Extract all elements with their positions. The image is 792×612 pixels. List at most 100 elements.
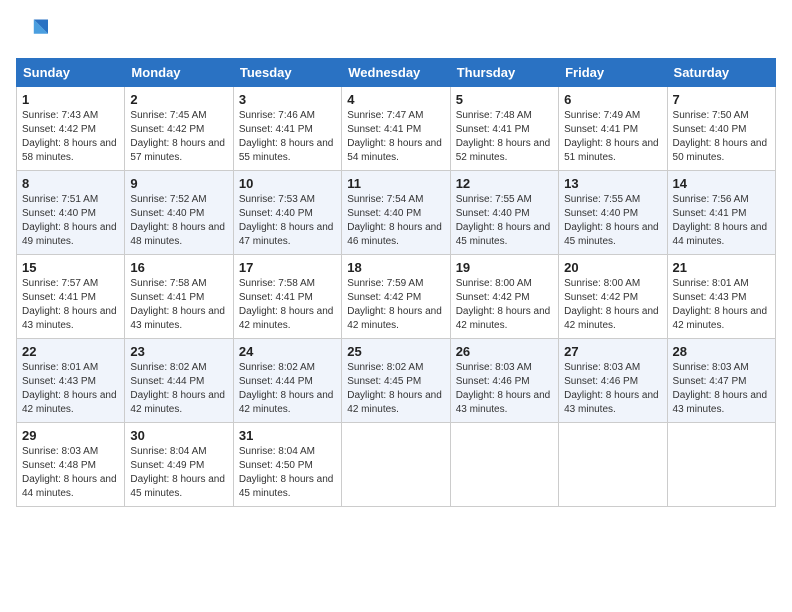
logo: [16, 16, 52, 48]
calendar-table: SundayMondayTuesdayWednesdayThursdayFrid…: [16, 58, 776, 507]
day-number: 9: [130, 176, 227, 191]
day-cell-10: 10 Sunrise: 7:53 AM Sunset: 4:40 PM Dayl…: [233, 171, 341, 255]
day-number: 2: [130, 92, 227, 107]
day-number: 5: [456, 92, 553, 107]
calendar-week-1: 1 Sunrise: 7:43 AM Sunset: 4:42 PM Dayli…: [17, 87, 776, 171]
day-cell-21: 21 Sunrise: 8:01 AM Sunset: 4:43 PM Dayl…: [667, 255, 775, 339]
day-cell-8: 8 Sunrise: 7:51 AM Sunset: 4:40 PM Dayli…: [17, 171, 125, 255]
day-cell-20: 20 Sunrise: 8:00 AM Sunset: 4:42 PM Dayl…: [559, 255, 667, 339]
day-number: 30: [130, 428, 227, 443]
day-number: 11: [347, 176, 444, 191]
empty-cell: [667, 423, 775, 507]
day-number: 20: [564, 260, 661, 275]
day-number: 27: [564, 344, 661, 359]
calendar-week-4: 22 Sunrise: 8:01 AM Sunset: 4:43 PM Dayl…: [17, 339, 776, 423]
day-number: 16: [130, 260, 227, 275]
day-info: Sunrise: 7:55 AM Sunset: 4:40 PM Dayligh…: [456, 193, 553, 249]
day-number: 26: [456, 344, 553, 359]
day-cell-7: 7 Sunrise: 7:50 AM Sunset: 4:40 PM Dayli…: [667, 87, 775, 171]
day-info: Sunrise: 7:58 AM Sunset: 4:41 PM Dayligh…: [130, 277, 227, 333]
day-info: Sunrise: 8:04 AM Sunset: 4:49 PM Dayligh…: [130, 445, 227, 501]
day-number: 17: [239, 260, 336, 275]
day-number: 19: [456, 260, 553, 275]
day-info: Sunrise: 7:49 AM Sunset: 4:41 PM Dayligh…: [564, 109, 661, 165]
day-cell-29: 29 Sunrise: 8:03 AM Sunset: 4:48 PM Dayl…: [17, 423, 125, 507]
day-number: 6: [564, 92, 661, 107]
day-cell-31: 31 Sunrise: 8:04 AM Sunset: 4:50 PM Dayl…: [233, 423, 341, 507]
day-number: 22: [22, 344, 119, 359]
day-info: Sunrise: 8:01 AM Sunset: 4:43 PM Dayligh…: [22, 361, 119, 417]
day-info: Sunrise: 8:03 AM Sunset: 4:46 PM Dayligh…: [456, 361, 553, 417]
weekday-header-wednesday: Wednesday: [342, 59, 450, 87]
day-info: Sunrise: 8:03 AM Sunset: 4:47 PM Dayligh…: [673, 361, 770, 417]
day-cell-30: 30 Sunrise: 8:04 AM Sunset: 4:49 PM Dayl…: [125, 423, 233, 507]
empty-cell: [342, 423, 450, 507]
weekday-header-row: SundayMondayTuesdayWednesdayThursdayFrid…: [17, 59, 776, 87]
day-cell-12: 12 Sunrise: 7:55 AM Sunset: 4:40 PM Dayl…: [450, 171, 558, 255]
day-info: Sunrise: 8:02 AM Sunset: 4:44 PM Dayligh…: [239, 361, 336, 417]
day-number: 7: [673, 92, 770, 107]
empty-cell: [450, 423, 558, 507]
day-cell-13: 13 Sunrise: 7:55 AM Sunset: 4:40 PM Dayl…: [559, 171, 667, 255]
calendar-week-5: 29 Sunrise: 8:03 AM Sunset: 4:48 PM Dayl…: [17, 423, 776, 507]
day-number: 18: [347, 260, 444, 275]
day-cell-19: 19 Sunrise: 8:00 AM Sunset: 4:42 PM Dayl…: [450, 255, 558, 339]
day-number: 4: [347, 92, 444, 107]
day-number: 12: [456, 176, 553, 191]
calendar-week-3: 15 Sunrise: 7:57 AM Sunset: 4:41 PM Dayl…: [17, 255, 776, 339]
day-cell-23: 23 Sunrise: 8:02 AM Sunset: 4:44 PM Dayl…: [125, 339, 233, 423]
day-cell-11: 11 Sunrise: 7:54 AM Sunset: 4:40 PM Dayl…: [342, 171, 450, 255]
day-info: Sunrise: 7:59 AM Sunset: 4:42 PM Dayligh…: [347, 277, 444, 333]
weekday-header-thursday: Thursday: [450, 59, 558, 87]
weekday-header-monday: Monday: [125, 59, 233, 87]
day-cell-28: 28 Sunrise: 8:03 AM Sunset: 4:47 PM Dayl…: [667, 339, 775, 423]
header: [16, 16, 776, 48]
weekday-header-sunday: Sunday: [17, 59, 125, 87]
day-cell-1: 1 Sunrise: 7:43 AM Sunset: 4:42 PM Dayli…: [17, 87, 125, 171]
day-info: Sunrise: 7:56 AM Sunset: 4:41 PM Dayligh…: [673, 193, 770, 249]
day-info: Sunrise: 7:58 AM Sunset: 4:41 PM Dayligh…: [239, 277, 336, 333]
day-cell-24: 24 Sunrise: 8:02 AM Sunset: 4:44 PM Dayl…: [233, 339, 341, 423]
day-cell-27: 27 Sunrise: 8:03 AM Sunset: 4:46 PM Dayl…: [559, 339, 667, 423]
day-info: Sunrise: 7:57 AM Sunset: 4:41 PM Dayligh…: [22, 277, 119, 333]
day-info: Sunrise: 7:55 AM Sunset: 4:40 PM Dayligh…: [564, 193, 661, 249]
day-cell-9: 9 Sunrise: 7:52 AM Sunset: 4:40 PM Dayli…: [125, 171, 233, 255]
day-number: 3: [239, 92, 336, 107]
day-number: 14: [673, 176, 770, 191]
empty-cell: [559, 423, 667, 507]
day-cell-26: 26 Sunrise: 8:03 AM Sunset: 4:46 PM Dayl…: [450, 339, 558, 423]
day-info: Sunrise: 7:43 AM Sunset: 4:42 PM Dayligh…: [22, 109, 119, 165]
day-info: Sunrise: 8:02 AM Sunset: 4:44 PM Dayligh…: [130, 361, 227, 417]
day-number: 24: [239, 344, 336, 359]
day-number: 28: [673, 344, 770, 359]
day-cell-6: 6 Sunrise: 7:49 AM Sunset: 4:41 PM Dayli…: [559, 87, 667, 171]
day-cell-15: 15 Sunrise: 7:57 AM Sunset: 4:41 PM Dayl…: [17, 255, 125, 339]
day-number: 21: [673, 260, 770, 275]
calendar-week-2: 8 Sunrise: 7:51 AM Sunset: 4:40 PM Dayli…: [17, 171, 776, 255]
day-info: Sunrise: 7:51 AM Sunset: 4:40 PM Dayligh…: [22, 193, 119, 249]
day-info: Sunrise: 8:00 AM Sunset: 4:42 PM Dayligh…: [456, 277, 553, 333]
day-info: Sunrise: 8:03 AM Sunset: 4:48 PM Dayligh…: [22, 445, 119, 501]
day-info: Sunrise: 7:54 AM Sunset: 4:40 PM Dayligh…: [347, 193, 444, 249]
day-cell-4: 4 Sunrise: 7:47 AM Sunset: 4:41 PM Dayli…: [342, 87, 450, 171]
day-number: 15: [22, 260, 119, 275]
generalblue-icon: [16, 16, 48, 48]
day-info: Sunrise: 8:01 AM Sunset: 4:43 PM Dayligh…: [673, 277, 770, 333]
day-info: Sunrise: 8:04 AM Sunset: 4:50 PM Dayligh…: [239, 445, 336, 501]
day-number: 31: [239, 428, 336, 443]
day-info: Sunrise: 8:02 AM Sunset: 4:45 PM Dayligh…: [347, 361, 444, 417]
day-cell-5: 5 Sunrise: 7:48 AM Sunset: 4:41 PM Dayli…: [450, 87, 558, 171]
day-number: 8: [22, 176, 119, 191]
day-cell-18: 18 Sunrise: 7:59 AM Sunset: 4:42 PM Dayl…: [342, 255, 450, 339]
day-cell-14: 14 Sunrise: 7:56 AM Sunset: 4:41 PM Dayl…: [667, 171, 775, 255]
day-info: Sunrise: 8:03 AM Sunset: 4:46 PM Dayligh…: [564, 361, 661, 417]
weekday-header-tuesday: Tuesday: [233, 59, 341, 87]
weekday-header-saturday: Saturday: [667, 59, 775, 87]
day-number: 23: [130, 344, 227, 359]
day-cell-22: 22 Sunrise: 8:01 AM Sunset: 4:43 PM Dayl…: [17, 339, 125, 423]
day-number: 25: [347, 344, 444, 359]
day-info: Sunrise: 8:00 AM Sunset: 4:42 PM Dayligh…: [564, 277, 661, 333]
day-number: 29: [22, 428, 119, 443]
day-info: Sunrise: 7:46 AM Sunset: 4:41 PM Dayligh…: [239, 109, 336, 165]
day-info: Sunrise: 7:52 AM Sunset: 4:40 PM Dayligh…: [130, 193, 227, 249]
